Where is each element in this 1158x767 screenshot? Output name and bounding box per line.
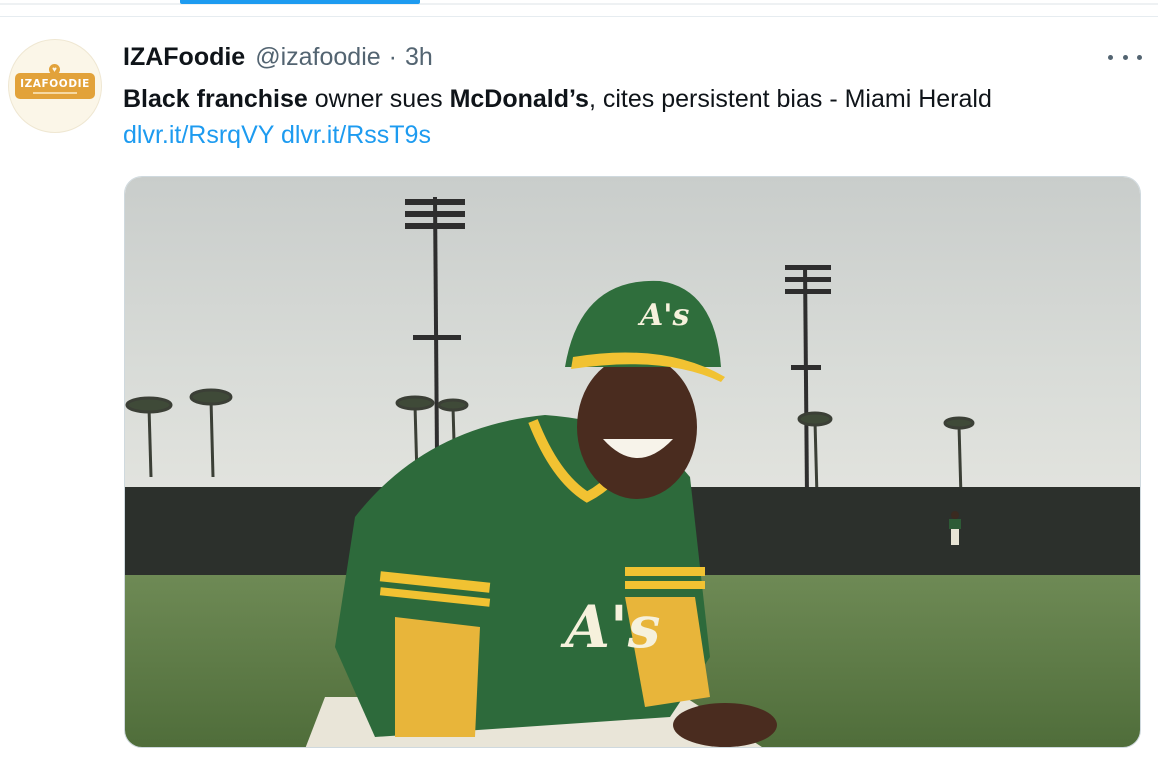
active-tab-indicator bbox=[180, 0, 420, 4]
tweet-header: IZAFoodie @izafoodie · 3h bbox=[123, 39, 433, 75]
tweet-link[interactable]: dlvr.it/RssT9s bbox=[281, 121, 431, 149]
baseball-player-photo: A's A's bbox=[125, 177, 1140, 747]
more-horizontal-icon bbox=[1122, 54, 1128, 60]
tweet-text: Black franchise owner sues McDonald’s, c… bbox=[123, 81, 1123, 153]
hand bbox=[673, 703, 777, 747]
avatar-logo: ♥ IZAFOODIE bbox=[15, 64, 95, 99]
top-bar bbox=[0, 0, 1158, 17]
undershirt-sleeve bbox=[395, 617, 480, 737]
user-handle[interactable]: @izafoodie bbox=[255, 43, 380, 72]
tweet-timestamp[interactable]: 3h bbox=[405, 43, 433, 72]
more-horizontal-icon bbox=[1108, 54, 1113, 60]
separator-dot: · bbox=[388, 42, 397, 71]
tweet-photo[interactable]: A's A's bbox=[124, 176, 1141, 748]
avatar-logo-text: IZAFOODIE bbox=[20, 78, 90, 90]
cap-logo: A's bbox=[637, 298, 689, 333]
tweet[interactable]: ♥ IZAFOODIE IZAFoodie @izafoodie · 3h Bl… bbox=[0, 17, 1158, 767]
tweet-link[interactable]: dlvr.it/RsrqVY bbox=[123, 121, 274, 149]
tweet-text-plain: owner sues bbox=[307, 85, 450, 113]
more-options-button[interactable] bbox=[1108, 47, 1142, 67]
face bbox=[577, 355, 697, 499]
tweet-text-bold: Black franchise bbox=[123, 85, 308, 113]
tweet-text-bold: McDonald’s bbox=[449, 85, 589, 113]
jersey-logo: A's bbox=[560, 593, 660, 661]
heart-icon: ♥ bbox=[49, 64, 60, 75]
top-divider bbox=[0, 3, 1158, 5]
more-horizontal-icon bbox=[1137, 54, 1142, 60]
tweet-text-plain: , cites persistent bias - Miami Herald bbox=[588, 85, 992, 113]
tweet-text-space bbox=[274, 121, 281, 149]
avatar[interactable]: ♥ IZAFOODIE bbox=[8, 39, 102, 133]
display-name[interactable]: IZAFoodie bbox=[123, 43, 245, 72]
avatar-logo-underline bbox=[33, 92, 77, 94]
